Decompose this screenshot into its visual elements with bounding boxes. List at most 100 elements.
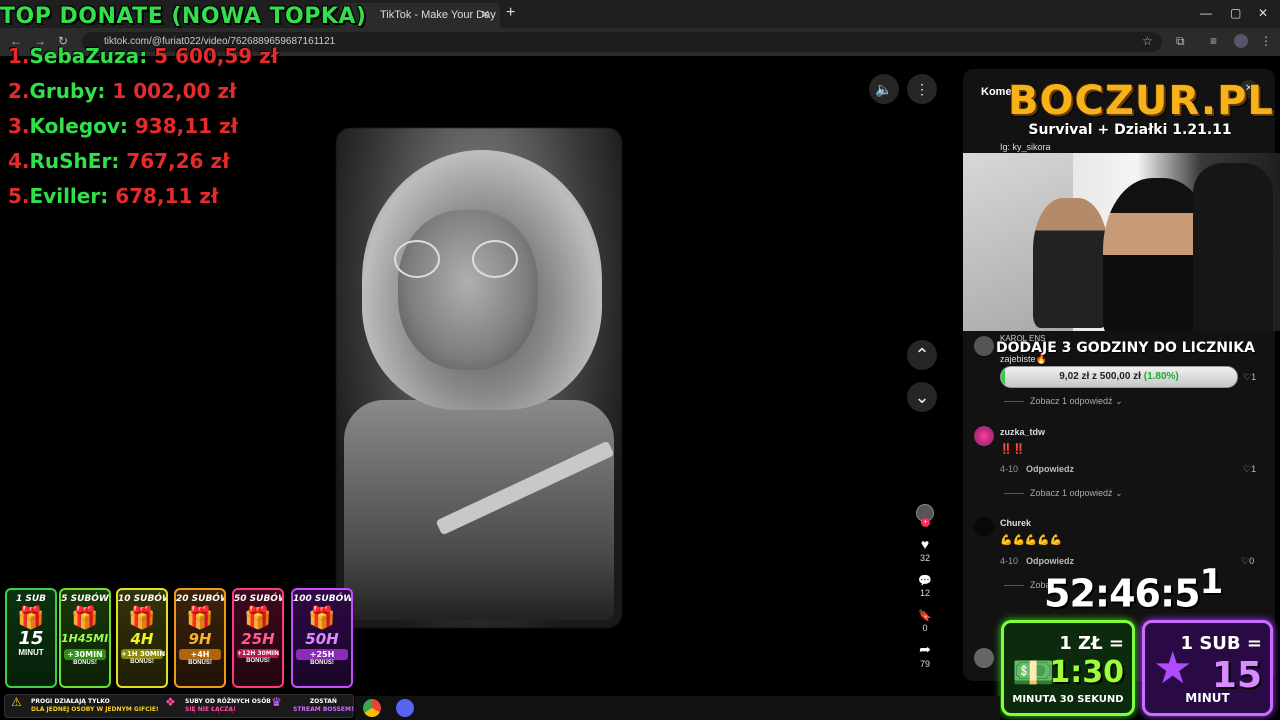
gift-icon: 🎁 <box>71 605 99 630</box>
tier-label: 1 SUB <box>15 594 47 604</box>
rules-info-bar: ⚠ PROGI DZIAŁAJĄ TYLKO DLA JEDNEJ OSOBY W… <box>4 694 354 718</box>
webcam-person-left <box>1033 198 1108 328</box>
video-person-face <box>398 210 538 370</box>
timer-tail: 1 <box>1199 562 1224 602</box>
boczur-logo-text: BOCZUR.PL <box>1008 78 1274 124</box>
price-card-rate: 1 SUB = <box>1180 633 1262 654</box>
server-logo: BOCZUR.PL Survival + Działki 1.21.11 <box>1008 78 1274 144</box>
comment-username[interactable]: zuzka_tdw <box>1000 427 1045 437</box>
donor-name: RuShEr <box>29 149 112 173</box>
gift-icon: 🎁 <box>308 605 336 630</box>
avatar[interactable] <box>974 648 994 668</box>
media-icon[interactable]: ≡ <box>1210 34 1217 48</box>
donor-amount: 767,26 zł <box>126 149 230 173</box>
discord-icon[interactable] <box>396 699 414 717</box>
gift-icon: 🎁 <box>128 605 156 630</box>
comment-like[interactable]: ♡1 <box>1243 372 1256 383</box>
save-action[interactable]: 🔖 0 <box>910 606 940 633</box>
follow-plus-icon[interactable]: + <box>921 518 930 527</box>
see-replies-label: Zobacz 1 odpowiedź <box>1030 488 1113 498</box>
price-card-zl: 💵 1 ZŁ = 1:30 MINUTA 30 SEKUND <box>1001 620 1135 716</box>
comment-like[interactable]: ♡1 <box>1243 464 1256 475</box>
donor-rank: 3. <box>8 114 30 138</box>
like-count: 1 <box>1251 372 1257 382</box>
price-card-caption: MINUTA 30 SEKUND <box>1012 694 1124 705</box>
new-tab-button[interactable]: + <box>506 4 515 22</box>
bookmark-star-icon[interactable]: ☆ <box>1142 34 1153 48</box>
mute-icon[interactable]: 🔈 <box>869 74 899 104</box>
donor-rank: 5. <box>8 184 30 208</box>
minimize-button[interactable]: — <box>1200 6 1212 20</box>
see-replies-button[interactable]: Zobacz 1 odpowiedź ⌄ <box>1004 488 1123 499</box>
chrome-icon[interactable] <box>363 699 381 717</box>
sub-tier-card: 10 SUBÓW 🎁 4H +1H 30MIN BONUS! <box>116 588 168 688</box>
avatar[interactable] <box>974 426 994 446</box>
see-replies-button[interactable]: Zobacz 1 odpowiedź ⌄ <box>1004 396 1123 407</box>
boczur-logo-subtitle: Survival + Działki 1.21.11 <box>1028 122 1232 138</box>
donor-amount: 678,11 zł <box>115 184 219 208</box>
extensions-icon[interactable]: ⧉ <box>1176 34 1185 49</box>
webcam-chair <box>1193 163 1273 331</box>
streamer-webcam <box>963 153 1280 331</box>
gift-icon: 🎁 <box>244 605 272 630</box>
price-card-value: 15 <box>1211 655 1262 696</box>
comment-date: 4-10 <box>1000 464 1019 474</box>
donor-rank: 2. <box>8 79 30 103</box>
tier-label: 5 SUBÓW <box>61 594 109 604</box>
tier-unit: MINUT <box>18 648 44 657</box>
tier-label: 10 SUBÓW <box>118 594 168 604</box>
top-donate-title: TOP DONATE (NOWA TOPKA) <box>0 4 367 29</box>
donor-name: SebaZuza <box>29 44 140 68</box>
comment-text: zajebiste🔥 <box>1000 354 1047 364</box>
comment-text: 💪💪💪💪💪 <box>1000 535 1063 546</box>
donor-amount: 1 002,00 zł <box>112 79 237 103</box>
like-count: 32 <box>919 553 930 563</box>
tab-close-icon[interactable]: ✕ <box>481 8 490 21</box>
browser-menu-icon[interactable]: ⋮ <box>1260 34 1272 48</box>
bonus-tag: BONUS! <box>246 658 270 664</box>
heart-icon: ♥ <box>920 536 930 552</box>
avatar[interactable] <box>974 517 994 537</box>
like-action[interactable]: ♥ 32 <box>910 536 940 563</box>
glasses-right-lens <box>472 240 518 278</box>
comment-action[interactable]: 💬 12 <box>910 571 940 598</box>
reply-button[interactable]: Odpowiedz <box>1026 464 1074 474</box>
avatar[interactable] <box>974 336 994 356</box>
close-window-button[interactable]: ✕ <box>1258 6 1268 20</box>
comment-like[interactable]: ♡0 <box>1241 556 1254 567</box>
comment-icon: 💬 <box>918 575 932 587</box>
sub-tier-card: 100 SUBÓW 🎁 50H +25H BONUS! <box>291 588 353 688</box>
tab-title: TikTok - Make Your Day <box>380 9 496 21</box>
tier-label: 20 SUBÓW <box>176 594 226 604</box>
comment-username[interactable]: Churek <box>1000 518 1031 528</box>
bonus-tag: BONUS! <box>130 659 154 665</box>
rule-thresholds: PROGI DZIAŁAJĄ TYLKO DLA JEDNEJ OSOBY W J… <box>31 698 159 713</box>
donor-row: 4.RuShEr: 767,26 zł <box>8 149 230 173</box>
more-options-icon[interactable]: ⋮ <box>907 74 937 104</box>
glasses-left-lens <box>394 240 440 278</box>
next-video-icon[interactable]: ⌄ <box>907 382 937 412</box>
donor-row: 2.Gruby: 1 002,00 zł <box>8 79 237 103</box>
share-action[interactable]: ➦ 79 <box>910 641 940 669</box>
goal-amount: 9,02 zł z 500,00 zł <box>1059 371 1141 382</box>
donor-name: Kolegov <box>29 114 120 138</box>
bonus-tag: BONUS! <box>73 660 97 666</box>
sub-tier-card: 20 SUBÓW 🎁 9H +4H BONUS! <box>174 588 226 688</box>
tier-label: 100 SUBÓW <box>293 594 353 604</box>
profile-avatar[interactable] <box>1234 34 1248 48</box>
like-count: 0 <box>1249 556 1255 566</box>
sub-tier-card: 1 SUB 🎁 15 MINUT <box>5 588 57 688</box>
price-card-rate: 1 ZŁ = <box>1059 633 1124 654</box>
stream-boss-label: ZOSTAŃ STREAM BOSSEM! <box>293 698 354 713</box>
crown-icon: ♛ <box>271 695 282 709</box>
tier-bonus: +12H 30MIN <box>237 649 280 658</box>
donation-goal-bar: 9,02 zł z 500,00 zł (1.80%) <box>1000 366 1238 388</box>
donor-amount: 5 600,59 zł <box>154 44 279 68</box>
maximize-button[interactable]: ▢ <box>1230 6 1241 20</box>
donor-name: Eviller <box>29 184 101 208</box>
bonus-tag: BONUS! <box>310 660 334 666</box>
tier-value: 9H <box>188 630 212 648</box>
comment-text: ‼️‼️ <box>1000 444 1025 455</box>
price-card-value: 1:30 <box>1049 655 1124 690</box>
previous-video-icon[interactable]: ⌃ <box>907 340 937 370</box>
